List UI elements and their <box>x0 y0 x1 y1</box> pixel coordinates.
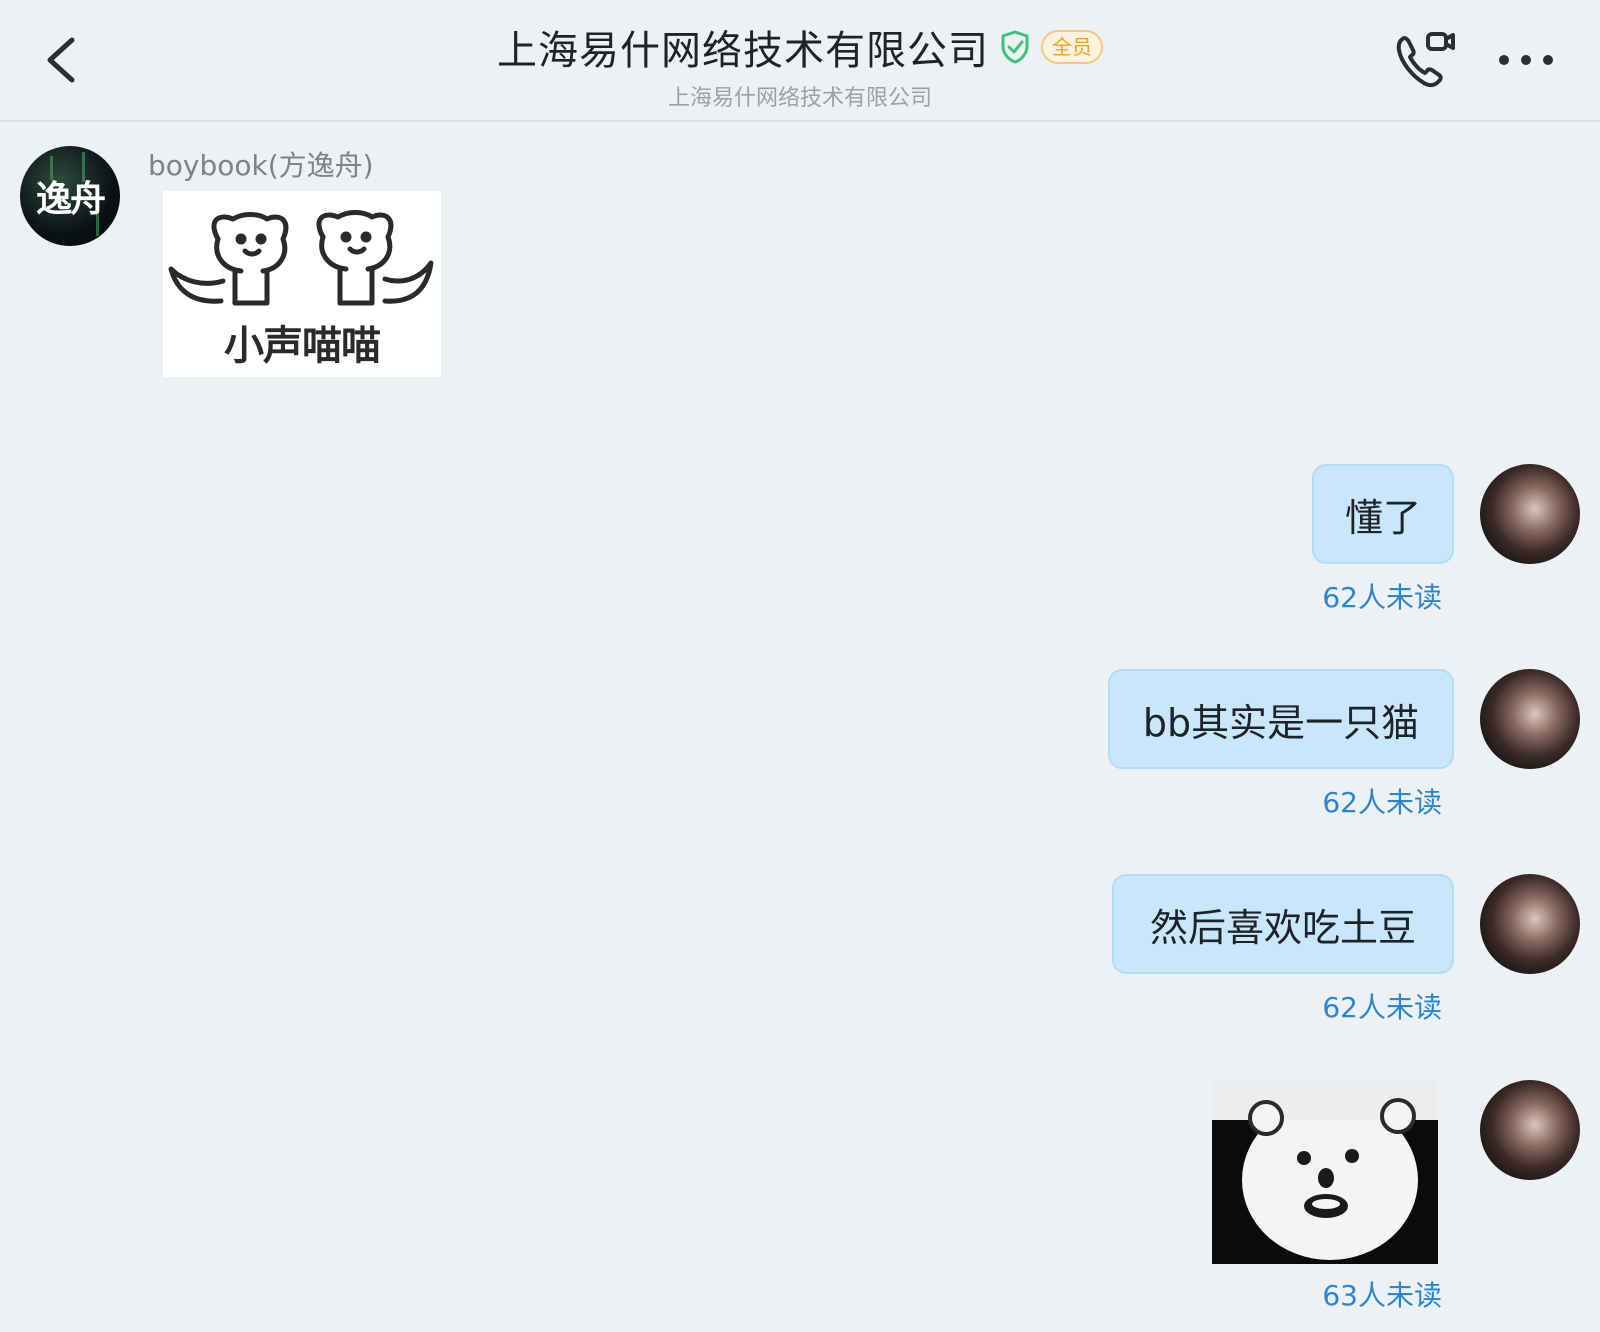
sticker-image[interactable] <box>1212 1080 1438 1264</box>
chat-title-block: 上海易什网络技术有限公司 全员 上海易什网络技术有限公司 <box>0 18 1600 112</box>
chat-header: 上海易什网络技术有限公司 全员 上海易什网络技术有限公司 <box>0 0 1600 122</box>
chat-subtitle: 上海易什网络技术有限公司 <box>667 86 932 111</box>
avatar[interactable] <box>1480 1080 1580 1180</box>
video-call-icon <box>1396 32 1455 88</box>
shield-check-icon <box>1001 30 1029 64</box>
message-text: 懂了 <box>1344 495 1421 540</box>
message-text: bb其实是一只猫 <box>1142 700 1420 745</box>
sticker-image[interactable]: 小声喵喵 <box>163 191 441 377</box>
chat-title[interactable]: 上海易什网络技术有限公司 <box>497 18 989 76</box>
avatar[interactable] <box>1480 669 1580 769</box>
message-bubble[interactable]: 然后喜欢吃土豆 <box>1112 874 1454 974</box>
unread-count[interactable]: 62人未读 <box>1200 576 1442 616</box>
unread-count[interactable]: 62人未读 <box>1200 781 1442 821</box>
avatar-label: 逸舟 <box>35 179 106 220</box>
more-horizontal-icon <box>1499 55 1553 65</box>
message-text: 然后喜欢吃土豆 <box>1149 905 1416 950</box>
sticker-caption: 小声喵喵 <box>224 323 381 369</box>
avatar[interactable]: 逸舟 <box>20 146 120 246</box>
video-call-button[interactable] <box>1392 30 1456 90</box>
more-button[interactable] <box>1496 44 1556 76</box>
message-bubble[interactable]: 懂了 <box>1312 464 1454 564</box>
sender-name: boybook(方逸舟) <box>148 149 374 182</box>
bear-face-sticker-drawing <box>1212 1080 1438 1264</box>
unread-count[interactable]: 63人未读 <box>1200 1274 1442 1314</box>
all-members-badge: 全员 <box>1041 30 1103 64</box>
avatar[interactable] <box>1480 874 1580 974</box>
unread-count[interactable]: 62人未读 <box>1200 986 1442 1026</box>
avatar[interactable] <box>1480 464 1580 564</box>
message-bubble[interactable]: bb其实是一只猫 <box>1108 669 1454 769</box>
